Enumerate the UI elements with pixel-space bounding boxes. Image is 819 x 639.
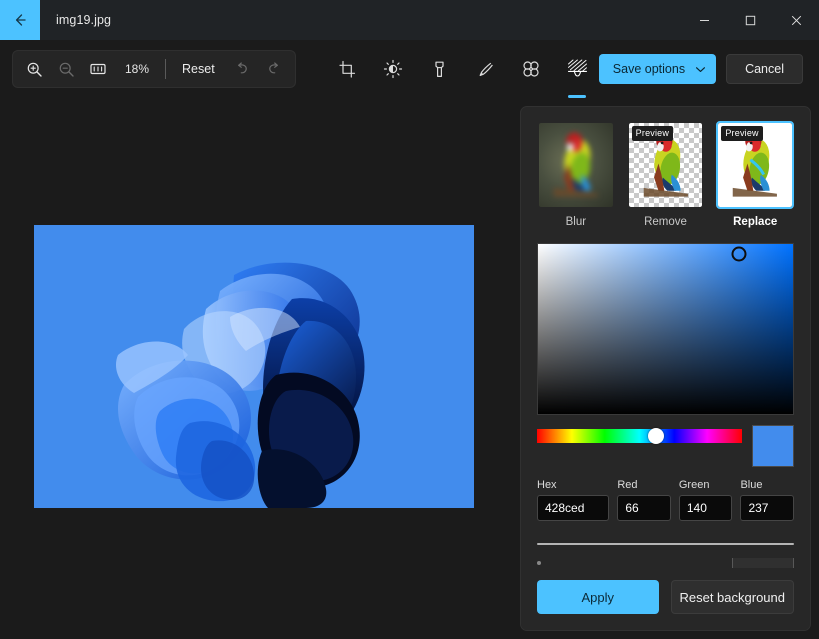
- blue-input[interactable]: [740, 495, 794, 521]
- minimize-icon: [699, 19, 709, 21]
- zoom-in-icon: [27, 62, 42, 77]
- redo-icon: [268, 62, 278, 74]
- tool-crop[interactable]: [330, 52, 364, 86]
- arrow-left-icon: [15, 14, 26, 26]
- background-mode-remove[interactable]: Preview Remove: [627, 121, 705, 228]
- red-input[interactable]: [617, 495, 671, 521]
- red-field-group: Red: [617, 479, 671, 521]
- hex-label: Hex: [537, 479, 557, 491]
- window-controls: [681, 0, 819, 40]
- blur-thumbnail: [537, 121, 615, 209]
- tool-background[interactable]: [560, 52, 594, 86]
- zoom-out-button[interactable]: [51, 54, 81, 84]
- toolbar-separator: [165, 59, 167, 79]
- remove-thumbnail: Preview: [627, 121, 705, 209]
- background-mode-blur[interactable]: Blur: [537, 121, 615, 228]
- tool-highlighter[interactable]: [468, 52, 502, 86]
- green-field-group: Green: [678, 479, 733, 521]
- save-options-button[interactable]: Save options: [598, 54, 717, 84]
- blue-label: Blue: [740, 479, 763, 491]
- close-button[interactable]: [773, 0, 819, 40]
- hex-input[interactable]: [537, 495, 610, 521]
- chevron-down-icon: [696, 66, 706, 72]
- redo-button[interactable]: [259, 54, 289, 84]
- background-mode-replace[interactable]: Preview Replace: [716, 121, 795, 228]
- replace-thumbnail-image: Preview: [718, 123, 793, 207]
- image-editor-window: img19.jpg 18% Reset Save options Cancel …: [0, 0, 819, 639]
- background-panel: Blur Preview Remove Preview Replace Hex …: [516, 98, 819, 639]
- tool-markup[interactable]: [422, 52, 456, 86]
- editor-body: Blur Preview Remove Preview Replace Hex …: [0, 98, 819, 639]
- zoom-level-label: 18%: [125, 62, 150, 76]
- cancel-button[interactable]: Cancel: [726, 54, 803, 84]
- close-icon: [791, 15, 801, 25]
- zoom-controls-group: 18% Reset: [12, 50, 296, 88]
- back-button[interactable]: [0, 0, 40, 40]
- blur-thumbnail-image: [539, 123, 613, 207]
- current-color-swatch: [752, 425, 794, 467]
- preview-badge-remove: Preview: [631, 126, 674, 141]
- window-title: img19.jpg: [56, 13, 112, 27]
- marker-icon: [434, 61, 444, 77]
- remove-label: Remove: [644, 216, 687, 228]
- panel-overflow-row: [537, 558, 794, 568]
- fit-to-window-icon: [90, 63, 106, 75]
- erase-retouch-icon: [523, 61, 539, 77]
- preview-badge-replace: Preview: [721, 126, 763, 141]
- pen-icon: [479, 62, 493, 76]
- background-icon: [567, 59, 587, 77]
- zoom-out-icon: [59, 62, 74, 77]
- panel-action-buttons: Apply Reset background: [521, 572, 810, 630]
- green-input[interactable]: [678, 495, 733, 521]
- hue-slider-handle[interactable]: [647, 428, 664, 444]
- title-bar: img19.jpg: [0, 0, 819, 40]
- minimize-button[interactable]: [681, 0, 727, 40]
- undo-button[interactable]: [227, 54, 257, 84]
- color-value-fields: Hex Red Green Blue: [537, 479, 794, 521]
- remove-thumbnail-image: Preview: [628, 123, 703, 207]
- tool-retouch[interactable]: [514, 52, 548, 86]
- maximize-icon: [745, 15, 755, 25]
- toolbar-actions: Save options Cancel: [598, 40, 803, 98]
- zoom-in-button[interactable]: [19, 54, 49, 84]
- panel-divider: [537, 543, 794, 545]
- fit-to-window-button[interactable]: [83, 54, 113, 84]
- brightness-icon: [383, 59, 403, 79]
- edit-tools-group: [330, 40, 594, 98]
- bloom-artwork: [34, 225, 474, 508]
- apply-button[interactable]: Apply: [537, 580, 659, 614]
- replace-label: Replace: [733, 216, 778, 228]
- hex-field-group: Hex: [537, 479, 610, 521]
- parrot-illustration: [553, 132, 598, 197]
- blur-label: Blur: [565, 216, 587, 228]
- reset-background-button[interactable]: Reset background: [670, 580, 794, 614]
- green-label: Green: [678, 479, 710, 491]
- replace-thumbnail: Preview: [716, 121, 795, 209]
- overflow-marker: [537, 561, 541, 565]
- overflow-control[interactable]: [732, 558, 794, 568]
- red-label: Red: [617, 479, 638, 491]
- color-picker-cursor[interactable]: [731, 246, 747, 262]
- image-canvas-area[interactable]: [0, 98, 516, 639]
- blue-field-group: Blue: [740, 479, 794, 521]
- edited-image-preview: [34, 225, 474, 508]
- background-mode-options: Blur Preview Remove Preview Replace: [537, 121, 795, 228]
- editor-toolbar: 18% Reset Save options Cancel: [0, 40, 819, 98]
- hue-row: [537, 425, 794, 467]
- undo-icon: [237, 62, 247, 74]
- saturation-value-picker[interactable]: [537, 243, 794, 415]
- tool-adjustments[interactable]: [376, 52, 410, 86]
- background-panel-content: Blur Preview Remove Preview Replace Hex …: [521, 107, 810, 572]
- save-options-label: Save options: [612, 62, 686, 76]
- maximize-button[interactable]: [727, 0, 773, 40]
- crop-icon: [338, 60, 355, 78]
- hue-slider[interactable]: [537, 428, 742, 444]
- reset-zoom-button[interactable]: Reset: [172, 56, 225, 82]
- background-panel-card: Blur Preview Remove Preview Replace Hex …: [520, 106, 811, 631]
